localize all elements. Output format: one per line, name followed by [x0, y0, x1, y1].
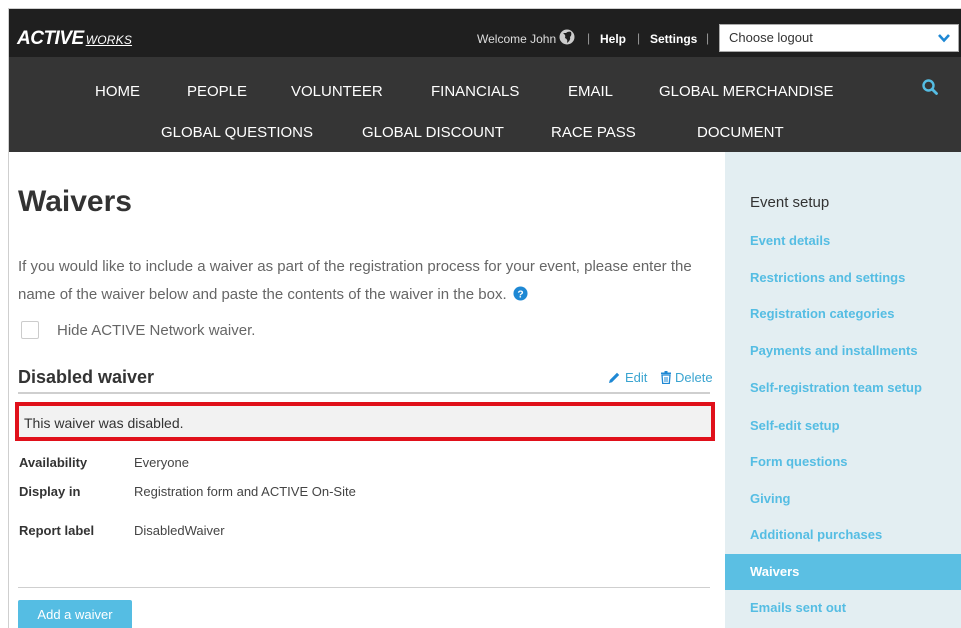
hide-waiver-option: Hide ACTIVE Network waiver.: [21, 321, 255, 339]
separator: |: [637, 31, 641, 45]
chevron-down-icon: [938, 34, 950, 43]
nav-volunteer[interactable]: VOLUNTEER: [291, 83, 383, 100]
pencil-icon: [609, 372, 620, 383]
svg-text:?: ?: [517, 289, 523, 300]
top-bar: ACTIVE WORKS Welcome John | Help | Setti…: [9, 9, 961, 57]
nav-global-discount[interactable]: GLOBAL DISCOUNT: [362, 124, 504, 141]
disabled-waiver-message: This waiver was disabled.: [24, 415, 184, 431]
welcome-text: Welcome John: [477, 32, 557, 46]
hide-waiver-label[interactable]: Hide ACTIVE Network waiver.: [57, 322, 255, 339]
main-nav: HOME PEOPLE VOLUNTEER FINANCIALS EMAIL G…: [9, 57, 961, 152]
report-label-value: DisabledWaiver: [134, 523, 225, 538]
report-label-label: Report label: [19, 523, 95, 538]
separator: |: [706, 31, 710, 45]
waiver-title: Disabled waiver: [18, 367, 155, 387]
sidebar-item-giving[interactable]: Giving: [725, 481, 961, 517]
availability-label: Availability: [19, 455, 88, 470]
sidebar-item-self-edit[interactable]: Self-edit setup: [725, 408, 961, 444]
sidebar-item-emails[interactable]: Emails sent out: [725, 590, 961, 626]
sidebar-item-payments[interactable]: Payments and installments: [725, 333, 961, 369]
add-waiver-button[interactable]: Add a waiver: [18, 600, 132, 628]
delete-label: Delete: [675, 370, 713, 385]
hide-waiver-checkbox[interactable]: [21, 321, 39, 339]
event-setup-sidebar: Event setup Event details Restrictions a…: [725, 152, 961, 628]
nav-email[interactable]: EMAIL: [568, 83, 613, 100]
waiver-header: Disabled waiver Edit Delete: [18, 364, 713, 394]
activeworks-logo[interactable]: ACTIVE WORKS: [17, 28, 133, 49]
intro-text-body: If you would like to include a waiver as…: [18, 258, 692, 303]
sidebar-item-restrictions[interactable]: Restrictions and settings: [725, 260, 961, 296]
sidebar-item-event-details[interactable]: Event details: [725, 223, 961, 259]
delete-button[interactable]: Delete: [660, 370, 713, 385]
display-in-value: Registration form and ACTIVE On-Site: [134, 484, 356, 499]
intro-text: If you would like to include a waiver as…: [18, 253, 708, 309]
sidebar-title: Event setup: [750, 194, 830, 211]
sidebar-item-registration-categories[interactable]: Registration categories: [725, 296, 961, 332]
edit-label: Edit: [625, 370, 648, 385]
settings-link[interactable]: Settings: [650, 32, 697, 46]
globe-icon[interactable]: [559, 29, 575, 45]
help-link[interactable]: Help: [600, 32, 626, 46]
sidebar-item-additional-purchases[interactable]: Additional purchases: [725, 517, 961, 553]
separator: |: [587, 31, 591, 45]
nav-home[interactable]: HOME: [95, 83, 140, 100]
sidebar-item-form-questions[interactable]: Form questions: [725, 444, 961, 480]
nav-people[interactable]: PEOPLE: [187, 83, 247, 100]
sidebar-item-self-registration[interactable]: Self-registration team setup: [725, 370, 961, 406]
nav-global-merchandise[interactable]: GLOBAL MERCHANDISE: [659, 83, 834, 100]
search-icon[interactable]: [922, 79, 938, 95]
help-circle-icon[interactable]: ?: [513, 286, 528, 301]
nav-document[interactable]: DOCUMENT: [697, 124, 784, 141]
nav-global-questions[interactable]: GLOBAL QUESTIONS: [161, 124, 313, 141]
nav-race-pass[interactable]: RACE PASS: [551, 124, 636, 141]
nav-financials[interactable]: FINANCIALS: [431, 83, 519, 100]
logout-select-value: Choose logout: [729, 30, 813, 45]
disabled-waiver-notice: This waiver was disabled.: [15, 402, 715, 441]
logo-text-works: WORKS: [85, 33, 133, 47]
logo-text-active: ACTIVE: [17, 28, 84, 49]
app-frame: ACTIVE WORKS Welcome John | Help | Setti…: [8, 8, 961, 628]
display-in-label: Display in: [19, 484, 81, 499]
edit-button[interactable]: Edit: [608, 370, 647, 385]
availability-value: Everyone: [134, 455, 189, 470]
sidebar-item-waivers[interactable]: Waivers: [725, 554, 961, 590]
logout-select[interactable]: Choose logout: [719, 24, 959, 52]
divider: [18, 587, 710, 588]
page-title: Waivers: [18, 185, 132, 218]
trash-icon: [661, 371, 671, 384]
